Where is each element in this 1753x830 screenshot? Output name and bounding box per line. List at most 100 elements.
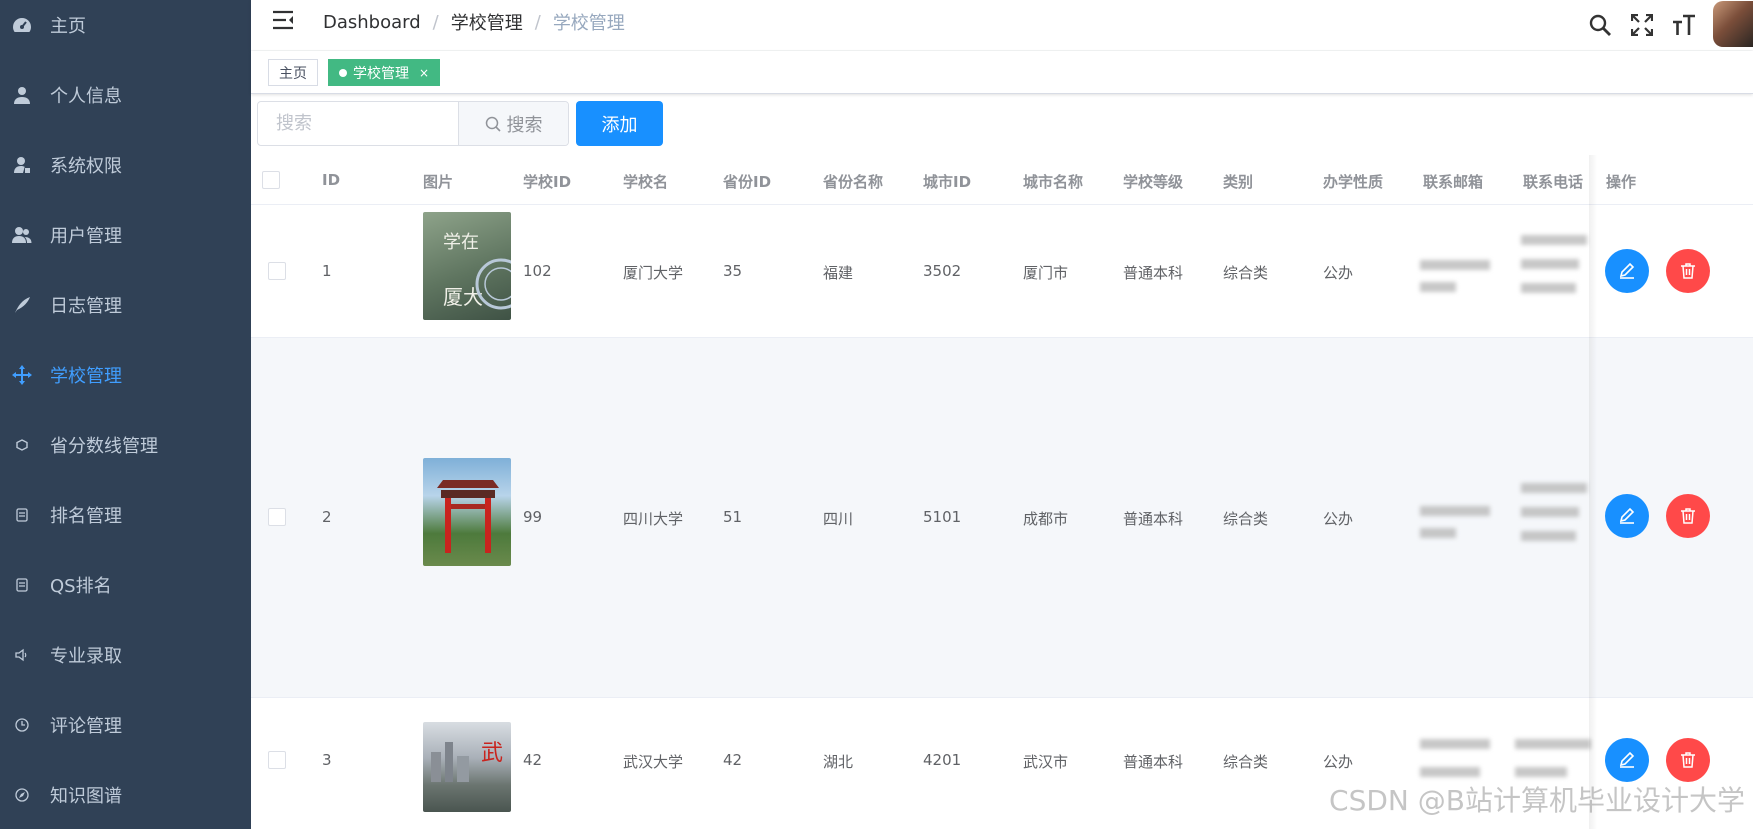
cell-province-id: 42 bbox=[723, 751, 742, 769]
table-row[interactable]: 2 99 四川大学 51 四川 5101 成都市 普通本科 综合类 公办 bbox=[251, 338, 1753, 698]
edit-icon bbox=[1618, 262, 1636, 280]
cell-province: 四川 bbox=[823, 508, 853, 529]
sidebar-item-label: 评论管理 bbox=[50, 712, 122, 738]
row-checkbox[interactable] bbox=[268, 751, 286, 769]
move-icon bbox=[12, 365, 32, 385]
row-checkbox[interactable] bbox=[268, 262, 286, 280]
tag-school-management[interactable]: 学校管理 × bbox=[328, 59, 440, 86]
cell-school-name: 四川大学 bbox=[623, 508, 683, 529]
sidebar-item-label: 个人信息 bbox=[50, 82, 122, 108]
edit-icon bbox=[1618, 751, 1636, 769]
sidebar-item-qs-ranking[interactable]: QS排名 bbox=[0, 550, 251, 620]
edit-button[interactable] bbox=[1605, 249, 1649, 293]
add-button[interactable]: 添加 bbox=[576, 101, 663, 146]
cell-id: 1 bbox=[322, 262, 332, 280]
sidebar-item-label: 系统权限 bbox=[50, 152, 122, 178]
sidebar-item-label: 知识图谱 bbox=[50, 782, 122, 808]
cell-city-id: 4201 bbox=[923, 751, 961, 769]
column-header: 联系邮箱 bbox=[1423, 171, 1483, 192]
row-checkbox[interactable] bbox=[268, 508, 286, 526]
search-icon[interactable] bbox=[1587, 12, 1613, 38]
search-input[interactable] bbox=[258, 102, 458, 145]
column-header: 省份ID bbox=[723, 171, 771, 192]
cell-school-name: 武汉大学 bbox=[623, 751, 683, 772]
cell-city: 成都市 bbox=[1023, 508, 1068, 529]
email-redacted bbox=[1420, 255, 1495, 296]
cell-school-id: 102 bbox=[523, 262, 552, 280]
cell-school-id: 99 bbox=[523, 508, 542, 526]
sidebar-item-knowledge-graph[interactable]: 知识图谱 bbox=[0, 760, 251, 830]
sidebar-item-label: 日志管理 bbox=[50, 292, 122, 318]
cell-school-name: 厦门大学 bbox=[623, 262, 683, 283]
feather-icon bbox=[12, 295, 32, 315]
edit-button[interactable] bbox=[1605, 494, 1649, 538]
email-redacted bbox=[1420, 734, 1495, 781]
column-header: 联系电话 bbox=[1523, 171, 1583, 192]
sidebar: 主页 个人信息 系统权限 用户管理 日志管理 学校管理 省分数线管理 排名管理 … bbox=[0, 0, 251, 829]
cell-level: 普通本科 bbox=[1123, 508, 1183, 529]
speaker-icon bbox=[12, 645, 32, 665]
cell-city: 厦门市 bbox=[1023, 262, 1068, 283]
column-header: 省份名称 bbox=[823, 171, 883, 192]
school-image: 武 bbox=[423, 722, 511, 812]
column-header: ID bbox=[322, 171, 340, 189]
cube-icon bbox=[12, 435, 32, 455]
cell-category: 综合类 bbox=[1223, 751, 1268, 772]
sidebar-item-major-admission[interactable]: 专业录取 bbox=[0, 620, 251, 690]
table-row[interactable]: 1 学在厦大 102 厦门大学 35 福建 3502 厦门市 普通本科 综合类 … bbox=[251, 205, 1753, 338]
email-redacted bbox=[1420, 501, 1495, 542]
table-header: ID 图片 学校ID 学校名 省份ID 省份名称 城市ID 城市名称 学校等级 … bbox=[251, 155, 1753, 205]
cell-province: 福建 bbox=[823, 262, 853, 283]
hamburger-icon[interactable] bbox=[271, 9, 295, 31]
search-icon bbox=[485, 116, 501, 132]
tag-label: 学校管理 bbox=[353, 63, 409, 83]
sidebar-item-province-score[interactable]: 省分数线管理 bbox=[0, 410, 251, 480]
cell-category: 综合类 bbox=[1223, 508, 1268, 529]
sidebar-item-home[interactable]: 主页 bbox=[0, 0, 251, 60]
sidebar-item-users[interactable]: 用户管理 bbox=[0, 200, 251, 270]
list-icon bbox=[12, 505, 32, 525]
delete-button[interactable] bbox=[1666, 738, 1710, 782]
sidebar-item-label: 主页 bbox=[50, 12, 86, 38]
phone-redacted bbox=[1521, 230, 1591, 297]
close-icon[interactable]: × bbox=[419, 66, 429, 80]
sidebar-item-school[interactable]: 学校管理 bbox=[0, 340, 251, 410]
column-header: 操作 bbox=[1606, 171, 1636, 192]
breadcrumb-item[interactable]: Dashboard bbox=[323, 12, 421, 33]
cell-city: 武汉市 bbox=[1023, 751, 1068, 772]
tag-label: 主页 bbox=[279, 63, 307, 83]
font-size-icon[interactable] bbox=[1671, 12, 1697, 38]
sidebar-item-comments[interactable]: 评论管理 bbox=[0, 690, 251, 760]
breadcrumb-current: 学校管理 bbox=[553, 9, 625, 35]
cell-id: 3 bbox=[322, 751, 332, 769]
clock-icon bbox=[12, 715, 32, 735]
delete-button[interactable] bbox=[1666, 249, 1710, 293]
trash-icon bbox=[1680, 751, 1696, 769]
column-header: 办学性质 bbox=[1323, 171, 1383, 192]
cell-category: 综合类 bbox=[1223, 262, 1268, 283]
avatar[interactable] bbox=[1713, 1, 1753, 47]
fixed-column-shadow bbox=[1589, 155, 1597, 829]
select-all-checkbox[interactable] bbox=[262, 171, 280, 189]
cell-province-id: 51 bbox=[723, 508, 742, 526]
cell-city-id: 5101 bbox=[923, 508, 961, 526]
cell-school-id: 42 bbox=[523, 751, 542, 769]
school-table: ID 图片 学校ID 学校名 省份ID 省份名称 城市ID 城市名称 学校等级 … bbox=[251, 155, 1753, 829]
fullscreen-icon[interactable] bbox=[1629, 12, 1655, 38]
edit-button[interactable] bbox=[1605, 738, 1649, 782]
sidebar-item-label: 排名管理 bbox=[50, 502, 122, 528]
user-icon bbox=[12, 85, 32, 105]
column-header: 图片 bbox=[423, 171, 453, 192]
search-button-label: 搜索 bbox=[507, 111, 543, 137]
sidebar-item-logs[interactable]: 日志管理 bbox=[0, 270, 251, 340]
tag-home[interactable]: 主页 bbox=[268, 59, 318, 86]
sidebar-item-ranking[interactable]: 排名管理 bbox=[0, 480, 251, 550]
cell-nature: 公办 bbox=[1323, 751, 1353, 772]
school-image bbox=[423, 458, 511, 566]
sidebar-item-permission[interactable]: 系统权限 bbox=[0, 130, 251, 200]
breadcrumb-item[interactable]: 学校管理 bbox=[451, 9, 523, 35]
phone-redacted bbox=[1521, 478, 1591, 545]
sidebar-item-profile[interactable]: 个人信息 bbox=[0, 60, 251, 130]
delete-button[interactable] bbox=[1666, 494, 1710, 538]
search-button[interactable]: 搜索 bbox=[458, 102, 568, 145]
